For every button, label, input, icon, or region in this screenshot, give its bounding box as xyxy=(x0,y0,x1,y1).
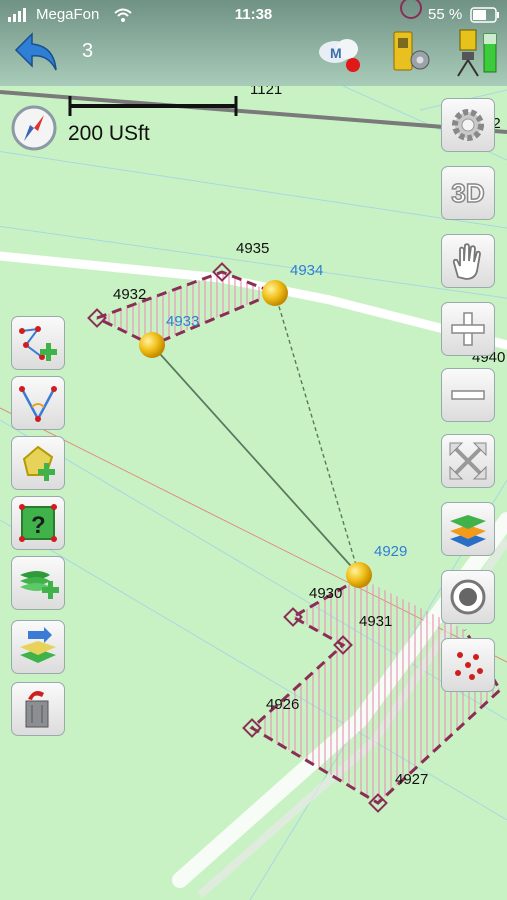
label-4933: 4933 xyxy=(166,313,199,330)
svg-text:?: ? xyxy=(31,512,46,539)
delete-button[interactable] xyxy=(11,682,65,736)
scale-label: 200 USft xyxy=(68,122,150,145)
points-icon xyxy=(455,652,483,680)
view-3d-button[interactable]: 3D xyxy=(441,166,495,220)
record-icon xyxy=(450,579,486,615)
cloud-m-icon[interactable]: M xyxy=(313,32,365,76)
survey-point-4933[interactable] xyxy=(139,332,165,358)
selection-count: 3 xyxy=(82,40,94,62)
map-settings-button[interactable] xyxy=(441,98,495,152)
label-4930: 4930 xyxy=(309,585,342,602)
plus-icon xyxy=(451,312,485,346)
zoom-out-button[interactable] xyxy=(441,368,495,422)
angle-icon xyxy=(19,386,57,422)
angle-button[interactable] xyxy=(11,376,65,430)
view-3d-label: 3D xyxy=(451,177,486,209)
map-screen: 4935 4934 4932 4933 4929 4930 4931 4926 … xyxy=(0,0,507,900)
add-polygon-button[interactable] xyxy=(11,436,65,490)
query-icon: ? xyxy=(19,504,57,542)
minus-icon xyxy=(451,390,485,400)
back-arrow-icon[interactable] xyxy=(12,28,60,76)
add-layer-button[interactable] xyxy=(11,556,65,610)
zoom-extent-button[interactable] xyxy=(441,434,495,488)
status-bar: MegaFon 11:38 55 % xyxy=(0,0,507,30)
label-4935: 4935 xyxy=(236,240,269,257)
layer-add-icon xyxy=(20,571,59,599)
label-4932: 4932 xyxy=(113,286,146,303)
layers-button[interactable] xyxy=(441,502,495,556)
survey-point-4934[interactable] xyxy=(262,280,288,306)
polygon-add-icon xyxy=(22,445,55,481)
record-button[interactable] xyxy=(441,570,495,624)
compass-icon[interactable] xyxy=(11,105,57,151)
layers-icon xyxy=(450,515,486,547)
survey-point-4929[interactable] xyxy=(346,562,372,588)
import-icon xyxy=(20,627,56,663)
zoom-in-button[interactable] xyxy=(441,302,495,356)
add-polyline-button[interactable] xyxy=(11,316,65,370)
battery-percent: 55 % xyxy=(428,6,463,23)
expand-icon xyxy=(449,442,487,480)
svg-text:M: M xyxy=(330,45,342,61)
total-station-icon[interactable] xyxy=(452,26,500,78)
label-4931: 4931 xyxy=(359,613,392,630)
battery-icon xyxy=(470,7,499,23)
label-4926: 4926 xyxy=(266,696,299,713)
label-4927: 4927 xyxy=(395,771,428,788)
pan-button[interactable] xyxy=(441,234,495,288)
points-button[interactable] xyxy=(441,638,495,692)
polyline-add-icon xyxy=(19,326,57,361)
label-4934: 4934 xyxy=(290,262,323,279)
trash-icon xyxy=(25,691,49,728)
device-settings-icon[interactable] xyxy=(388,30,432,74)
gear-icon xyxy=(452,109,484,141)
query-button[interactable]: ? xyxy=(11,496,65,550)
hand-icon xyxy=(452,243,481,280)
import-button[interactable] xyxy=(11,620,65,674)
label-4929: 4929 xyxy=(374,543,407,560)
location-ring-icon xyxy=(400,0,422,19)
